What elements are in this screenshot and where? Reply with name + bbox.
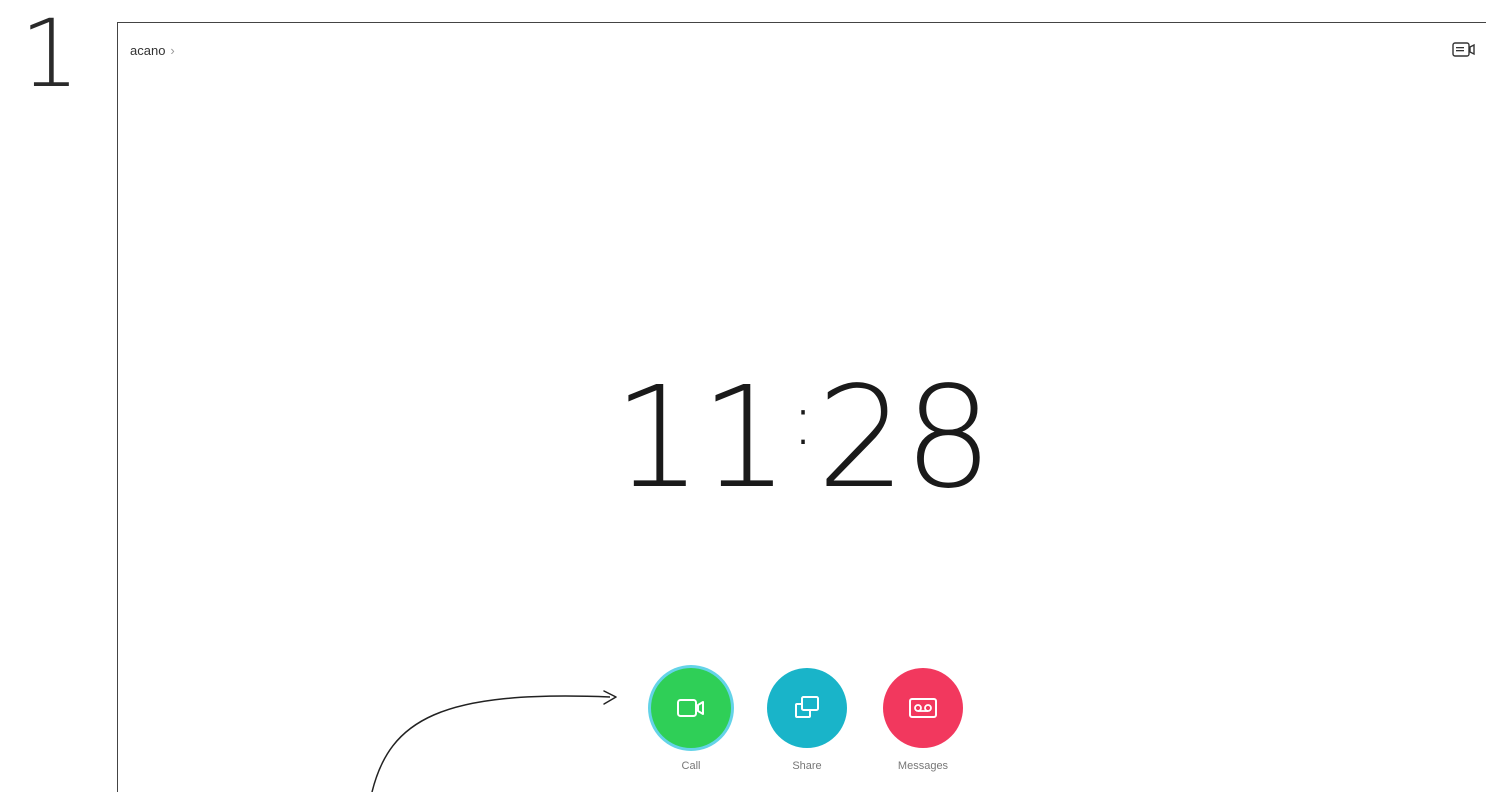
share-screens-icon (795, 696, 819, 718)
video-camera-icon (677, 699, 704, 717)
clock-hours: 11 (613, 357, 789, 520)
share-button[interactable] (767, 668, 847, 748)
call-label: Call (681, 760, 701, 772)
chevron-right-icon: › (170, 43, 175, 58)
home-actions: Call Share Messages (650, 668, 964, 772)
messages-button[interactable] (883, 668, 963, 748)
step-number: 1 (20, 0, 80, 109)
call-button[interactable] (651, 668, 731, 748)
device-name: acano (130, 43, 166, 58)
touch-panel-screen: acano › 11:28 Call Share Messages (117, 22, 1486, 792)
clock-minutes: 28 (816, 357, 993, 520)
clock-display: 11:28 (118, 345, 1486, 514)
call-action[interactable]: Call (650, 668, 732, 772)
share-label: Share (792, 760, 822, 772)
voicemail-icon (909, 698, 937, 718)
messages-action[interactable]: Messages (882, 668, 964, 772)
clock-separator: : (791, 379, 815, 461)
share-action[interactable]: Share (766, 668, 848, 772)
device-breadcrumb[interactable]: acano › (130, 43, 175, 58)
selfview-camera-icon[interactable] (1452, 41, 1476, 59)
messages-label: Messages (897, 760, 949, 772)
